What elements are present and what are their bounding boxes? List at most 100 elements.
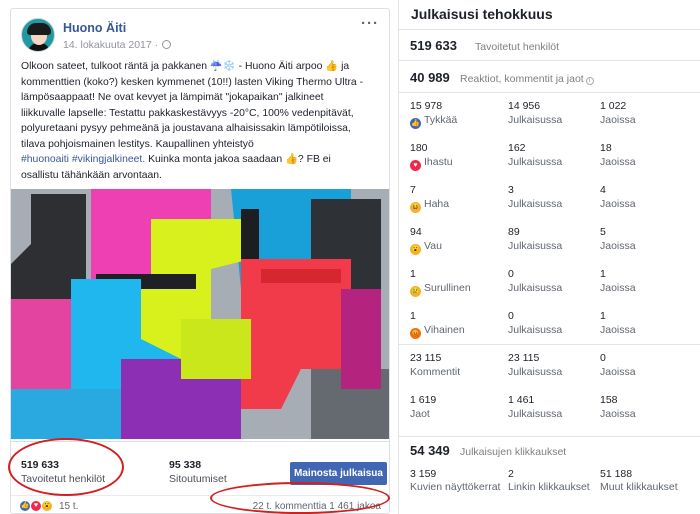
reaction-label-text: Vau bbox=[424, 240, 442, 252]
promote-post-button[interactable]: Mainosta julkaisua bbox=[290, 462, 387, 485]
in-shares-value: 0 bbox=[600, 352, 606, 364]
reaction-label: 😮 Vau bbox=[410, 240, 442, 255]
reaction-total-value: 180 bbox=[410, 142, 428, 154]
panel-title: Julkaisusi tehokkuus bbox=[411, 6, 553, 22]
more-options-icon[interactable]: ··· bbox=[361, 15, 379, 32]
wow-icon: 😮 bbox=[410, 244, 421, 255]
post-photo[interactable] bbox=[11, 189, 389, 439]
post-text-line: kommenttien (koko?) kesken kymmenet (10!… bbox=[21, 76, 364, 88]
reactions-bar: 👍 ♥ 😮 15 t. 22 t. kommenttia 1 461 jakoa bbox=[11, 495, 389, 513]
on-post-value: 14 956 bbox=[508, 100, 541, 112]
on-post-value: 3 bbox=[508, 184, 514, 196]
post-text-line: Kuinka monta jakoa saadaan 👍? FB ei bbox=[145, 154, 331, 165]
reaction-label: Kommentit bbox=[410, 366, 460, 378]
on-post-label: Julkaisussa bbox=[508, 240, 563, 252]
post-date-text[interactable]: 14. lokakuuta 2017 · bbox=[63, 39, 158, 51]
panel-reactions-label: Reaktiot, kommentit ja jaot i bbox=[460, 73, 594, 85]
reaction-total-value: 7 bbox=[410, 184, 416, 196]
on-post-label: Julkaisussa bbox=[508, 114, 563, 126]
post-text-line: osallistu tähänkään arvontaan. bbox=[21, 169, 162, 181]
clicks-other-label: Muut klikkaukset bbox=[600, 481, 678, 493]
in-shares-label: Jaoissa bbox=[600, 408, 636, 420]
panel-clicks-label: Julkaisujen klikkaukset bbox=[460, 446, 567, 458]
reaction-label: 😢 Surullinen bbox=[410, 282, 471, 297]
page-avatar[interactable] bbox=[21, 18, 55, 52]
reaction-total-value: 1 bbox=[410, 268, 416, 280]
reaction-total-value: 1 619 bbox=[410, 394, 437, 406]
reaction-label: 😡 Vihainen bbox=[410, 324, 465, 339]
post-card: Huono Äiti 14. lokakuuta 2017 · ··· Olko… bbox=[10, 8, 390, 514]
engagement-value: 95 338 bbox=[169, 459, 202, 471]
post-text-line: lämpösaappaat! Ne ovat kevyet ja lämpimä… bbox=[21, 92, 324, 103]
clicks-photo-label: Kuvien näyttökerrat bbox=[410, 481, 501, 493]
reaction-total-value: 23 115 bbox=[410, 352, 442, 364]
reaction-label-text: Surullinen bbox=[424, 282, 471, 294]
in-shares-value: 4 bbox=[600, 184, 606, 196]
post-performance-panel: Julkaisusi tehokkuus 519 633 Tavoitetut … bbox=[398, 0, 700, 514]
in-shares-label: Jaoissa bbox=[600, 366, 636, 378]
wow-icon: 😮 bbox=[41, 500, 53, 512]
on-post-value: 0 bbox=[508, 268, 514, 280]
on-post-value: 1 461 bbox=[508, 394, 535, 406]
in-shares-label: Jaoissa bbox=[600, 240, 636, 252]
on-post-value: 162 bbox=[508, 142, 526, 154]
reaction-label: 😆 Haha bbox=[410, 198, 449, 213]
post-text-line: polyuretaani pysyy pehmeänä ja joustavan… bbox=[21, 123, 351, 134]
reaction-label-text: Jaot bbox=[410, 408, 430, 420]
on-post-label: Julkaisussa bbox=[508, 366, 563, 378]
post-text-line: tilava pohjoismainen lestitys. Kaupallin… bbox=[21, 138, 254, 150]
post-timestamp[interactable]: 14. lokakuuta 2017 · bbox=[63, 39, 172, 51]
clicks-other-value: 51 188 bbox=[600, 468, 633, 480]
in-shares-label: Jaoissa bbox=[600, 156, 636, 168]
panel-reactions-value: 40 989 bbox=[410, 70, 450, 85]
reaction-label: Jaot bbox=[410, 408, 430, 420]
post-stats: 519 633 Tavoitetut henkilöt 95 338 Sitou… bbox=[11, 441, 389, 495]
reaction-label-text: Kommentit bbox=[410, 366, 461, 378]
page-name-link[interactable]: Huono Äiti bbox=[63, 21, 126, 35]
reaction-label-text: Haha bbox=[424, 198, 450, 210]
in-shares-value: 1 022 bbox=[600, 100, 627, 112]
in-shares-value: 1 bbox=[600, 268, 606, 280]
in-shares-label: Jaoissa bbox=[600, 324, 636, 336]
on-post-value: 89 bbox=[508, 226, 520, 238]
engagement-label: Sitoutumiset bbox=[169, 473, 227, 485]
reaction-label: 👍 Tykkää bbox=[410, 114, 457, 129]
in-shares-label: Jaoissa bbox=[600, 282, 636, 294]
on-post-label: Julkaisussa bbox=[508, 198, 563, 210]
reaction-label-text: Ihastu bbox=[424, 156, 453, 168]
love-icon: ♥ bbox=[410, 160, 421, 171]
reached-label: Tavoitetut henkilöt bbox=[21, 473, 106, 485]
reaction-total-value: 15 978 bbox=[410, 100, 443, 112]
in-shares-label: Jaoissa bbox=[600, 114, 636, 126]
comments-shares-count[interactable]: 22 t. kommenttia 1 461 jakoa bbox=[253, 501, 381, 512]
on-post-label: Julkaisussa bbox=[508, 408, 563, 420]
on-post-value: 23 115 bbox=[508, 352, 540, 364]
panel-reached-label: Tavoitetut henkilöt bbox=[475, 41, 560, 53]
panel-reactions-label-text: Reaktiot, kommentit ja jaot bbox=[460, 73, 584, 85]
in-shares-label: Jaoissa bbox=[600, 198, 636, 210]
sad-icon: 😢 bbox=[410, 286, 421, 297]
like-icon: 👍 bbox=[410, 118, 421, 129]
hashtag-links[interactable]: #huonoaiti #vikingjalkineet. bbox=[21, 154, 145, 165]
reaction-total-value: 94 bbox=[410, 226, 422, 238]
post-text-line: Olkoon sateet, tulkoot räntä ja pakkanen… bbox=[21, 61, 350, 72]
on-post-label: Julkaisussa bbox=[508, 156, 563, 168]
in-shares-value: 18 bbox=[600, 142, 612, 154]
in-shares-value: 158 bbox=[600, 394, 618, 406]
on-post-label: Julkaisussa bbox=[508, 324, 563, 336]
on-post-value: 0 bbox=[508, 310, 514, 322]
in-shares-value: 5 bbox=[600, 226, 606, 238]
reaction-label-text: Tykkää bbox=[424, 114, 458, 126]
panel-clicks-value: 54 349 bbox=[410, 443, 450, 458]
clicks-photo-value: 3 159 bbox=[410, 468, 437, 480]
info-icon[interactable]: i bbox=[585, 77, 594, 85]
boots-photo bbox=[11, 189, 389, 439]
in-shares-value: 1 bbox=[600, 310, 606, 322]
post-text-line: liikkuvalle lapselle: Testattu pakkaskes… bbox=[21, 107, 354, 119]
post-header: Huono Äiti 14. lokakuuta 2017 · ··· bbox=[11, 9, 389, 57]
reactions-count[interactable]: 15 t. bbox=[59, 501, 78, 512]
reached-value: 519 633 bbox=[21, 459, 59, 471]
haha-icon: 😆 bbox=[410, 202, 421, 213]
reaction-total-value: 1 bbox=[410, 310, 416, 322]
reaction-label: ♥ Ihastu bbox=[410, 156, 453, 171]
